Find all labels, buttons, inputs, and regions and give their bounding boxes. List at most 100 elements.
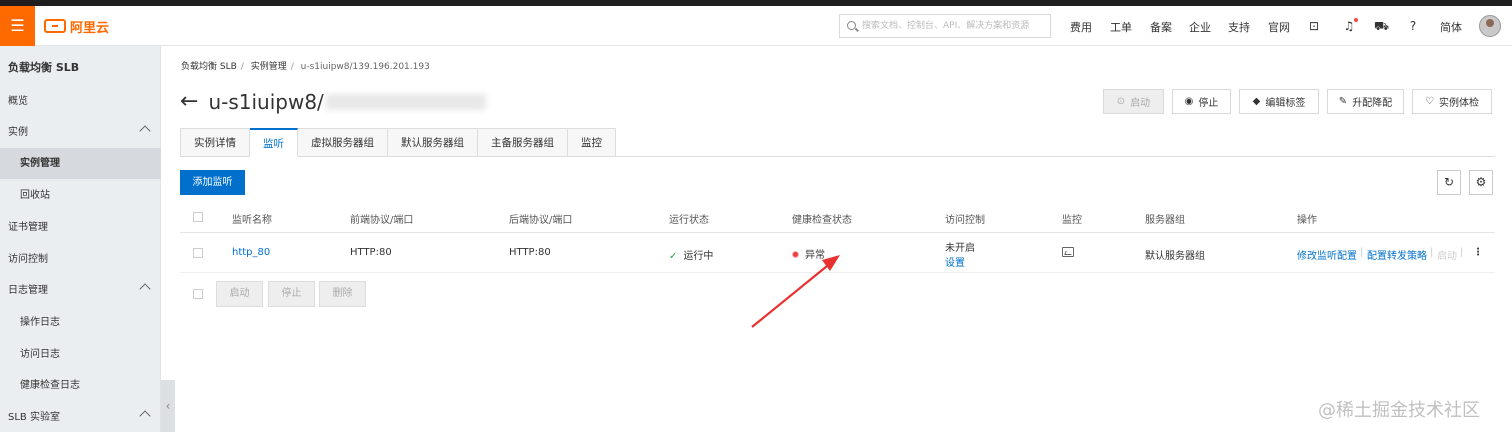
sidebar-item-access-logs[interactable]: 访问日志 bbox=[0, 339, 161, 370]
instance-health-check-button[interactable]: ♡ 实例体检 bbox=[1412, 89, 1492, 114]
add-listener-button[interactable]: 添加监听 bbox=[180, 170, 245, 195]
top-navbar: ☰ 阿里云 搜索文档、控制台、API、解决方案和资源 费用 工单 备案 企业 支… bbox=[0, 6, 1512, 46]
monitor-chart-icon[interactable] bbox=[1062, 247, 1074, 260]
breadcrumb-slb[interactable]: 负载均衡 SLB bbox=[181, 62, 237, 72]
tab-monitoring[interactable]: 监控 bbox=[568, 128, 616, 157]
sidebar: 负载均衡 SLB 概览 实例 实例管理 回收站 证书管理 访问控制 日志管理 操… bbox=[0, 46, 161, 432]
col-listener-name: 监听名称 bbox=[232, 215, 272, 226]
col-frontend: 前端协议/端口 bbox=[350, 215, 414, 226]
action-separator: | bbox=[1360, 247, 1364, 258]
action-separator: | bbox=[1460, 247, 1464, 258]
bulk-select-checkbox[interactable] bbox=[193, 289, 203, 299]
language-switch[interactable]: 简体 bbox=[1440, 19, 1462, 35]
breadcrumb: 负载均衡 SLB / 实例管理 / u-s1iuipw8/139.196.201.1… bbox=[181, 59, 434, 72]
tab-default-server-group[interactable]: 默认服务器组 bbox=[388, 128, 478, 157]
notification-dot bbox=[1354, 18, 1358, 22]
sidebar-item-label: 概览 bbox=[8, 96, 28, 107]
start-instance-button[interactable]: ⊙ 启动 bbox=[1103, 89, 1164, 114]
bulk-stop-button[interactable]: 停止 bbox=[268, 281, 315, 307]
stop-icon: ◉ bbox=[1184, 96, 1194, 107]
tab-instance-details[interactable]: 实例详情 bbox=[180, 128, 250, 157]
logo-text: 阿里云 bbox=[70, 20, 110, 36]
redacted-ip bbox=[325, 94, 486, 110]
chevron-up-icon bbox=[139, 125, 151, 137]
page-title: u-s1iuipw8/ bbox=[208, 90, 324, 114]
pencil-icon: ✎ bbox=[1338, 96, 1348, 107]
col-access-control: 访问控制 bbox=[945, 215, 985, 226]
select-all-checkbox[interactable] bbox=[193, 212, 203, 222]
sidebar-item-access-control[interactable]: 访问控制 bbox=[0, 244, 161, 275]
tab-listeners[interactable]: 监听 bbox=[250, 128, 298, 157]
global-search-input[interactable]: 搜索文档、控制台、API、解决方案和资源 bbox=[839, 14, 1051, 38]
nav-billing[interactable]: 费用 bbox=[1070, 19, 1092, 35]
listener-name-link[interactable]: http_80 bbox=[232, 247, 270, 258]
action-separator: | bbox=[1430, 247, 1434, 258]
sidebar-item-label: 访问日志 bbox=[20, 349, 60, 360]
breadcrumb-instance-management[interactable]: 实例管理 bbox=[251, 62, 287, 72]
check-icon: ✓ bbox=[669, 251, 678, 262]
stop-label: 停止 bbox=[1198, 98, 1219, 109]
upgrade-downgrade-button[interactable]: ✎ 升配降配 bbox=[1327, 89, 1404, 114]
sidebar-item-label: 日志管理 bbox=[8, 285, 48, 296]
modify-listener-link[interactable]: 修改监听配置 bbox=[1297, 247, 1357, 262]
edit-tags-button[interactable]: ◆ 编辑标签 bbox=[1239, 89, 1319, 114]
cart-icon[interactable]: ⛟ bbox=[1374, 19, 1389, 35]
terminal-icon[interactable]: ⊡ bbox=[1307, 19, 1321, 33]
refresh-icon[interactable]: ↻ bbox=[1437, 170, 1461, 195]
settings-gear-icon[interactable]: ⚙ bbox=[1469, 170, 1493, 195]
col-health-status: 健康检查状态 bbox=[792, 215, 852, 226]
nav-tickets[interactable]: 工单 bbox=[1110, 19, 1132, 35]
sidebar-item-overview[interactable]: 概览 bbox=[0, 86, 161, 117]
edit-tags-label: 编辑标签 bbox=[1265, 98, 1306, 109]
sidebar-group-logs[interactable]: 日志管理 bbox=[0, 275, 161, 306]
nav-website[interactable]: 官网 bbox=[1268, 19, 1290, 35]
sidebar-group-slb-lab[interactable]: SLB 实验室 bbox=[0, 402, 161, 432]
breadcrumb-current: u-s1iuipw8/139.196.201.193 bbox=[300, 62, 430, 72]
aliyun-logo-icon bbox=[44, 19, 66, 33]
bulk-start-button[interactable]: 启动 bbox=[216, 281, 263, 307]
forwarding-rules-link[interactable]: 配置转发策略 bbox=[1367, 247, 1427, 262]
tag-icon: ◆ bbox=[1252, 96, 1261, 107]
tab-vserver-groups[interactable]: 虚拟服务器组 bbox=[298, 128, 388, 157]
col-backend: 后端协议/端口 bbox=[509, 215, 573, 226]
health-status-text[interactable]: 异常 bbox=[805, 250, 825, 261]
user-avatar[interactable] bbox=[1479, 15, 1501, 37]
chevron-up-icon bbox=[139, 410, 151, 422]
chevron-up-icon bbox=[139, 283, 151, 295]
watermark: @稀土掘金技术社区 bbox=[1318, 400, 1480, 421]
back-arrow-icon[interactable]: ← bbox=[180, 88, 198, 116]
sidebar-item-instance-management[interactable]: 实例管理 bbox=[0, 148, 161, 179]
upgrade-label: 升配降配 bbox=[1352, 98, 1393, 109]
hamburger-menu-icon[interactable]: ☰ bbox=[0, 6, 35, 46]
aliyun-logo[interactable]: 阿里云 bbox=[44, 17, 110, 36]
col-monitor: 监控 bbox=[1062, 215, 1082, 226]
tab-bar: 实例详情 监听 虚拟服务器组 默认服务器组 主备服务器组 监控 bbox=[180, 128, 1495, 157]
server-group-value: 默认服务器组 bbox=[1145, 251, 1205, 262]
tab-master-slave-group[interactable]: 主备服务器组 bbox=[478, 128, 568, 157]
help-icon[interactable]: ? bbox=[1406, 19, 1420, 33]
sidebar-item-label: 实例管理 bbox=[20, 158, 60, 169]
nav-enterprise[interactable]: 企业 bbox=[1189, 19, 1211, 35]
sidebar-item-certificates[interactable]: 证书管理 bbox=[0, 212, 161, 243]
sidebar-item-operation-logs[interactable]: 操作日志 bbox=[0, 307, 161, 338]
sidebar-group-instance[interactable]: 实例 bbox=[0, 117, 161, 148]
monitor-icon bbox=[1062, 247, 1074, 257]
nav-support[interactable]: 支持 bbox=[1228, 19, 1250, 35]
bulk-delete-button[interactable]: 删除 bbox=[319, 281, 366, 307]
sidebar-item-label: 操作日志 bbox=[20, 317, 60, 328]
access-control-settings-link[interactable]: 设置 bbox=[945, 254, 965, 269]
run-status-text: 运行中 bbox=[683, 251, 714, 262]
col-actions: 操作 bbox=[1297, 215, 1317, 226]
row-checkbox[interactable] bbox=[193, 248, 203, 258]
sidebar-item-recycle-bin[interactable]: 回收站 bbox=[0, 180, 161, 211]
sidebar-collapse-handle[interactable]: ‹ bbox=[161, 380, 175, 432]
nav-icp[interactable]: 备案 bbox=[1150, 19, 1172, 35]
sidebar-item-label: 健康检查日志 bbox=[20, 380, 80, 391]
stop-instance-button[interactable]: ◉ 停止 bbox=[1172, 89, 1231, 114]
more-actions-icon[interactable]: ⋮ bbox=[1473, 247, 1483, 258]
search-icon bbox=[847, 21, 856, 30]
start-listener-link[interactable]: 启动 bbox=[1437, 247, 1457, 262]
sidebar-item-health-check-logs[interactable]: 健康检查日志 bbox=[0, 370, 161, 401]
backend-value: HTTP:80 bbox=[509, 247, 551, 258]
health-check-label: 实例体检 bbox=[1438, 98, 1479, 109]
